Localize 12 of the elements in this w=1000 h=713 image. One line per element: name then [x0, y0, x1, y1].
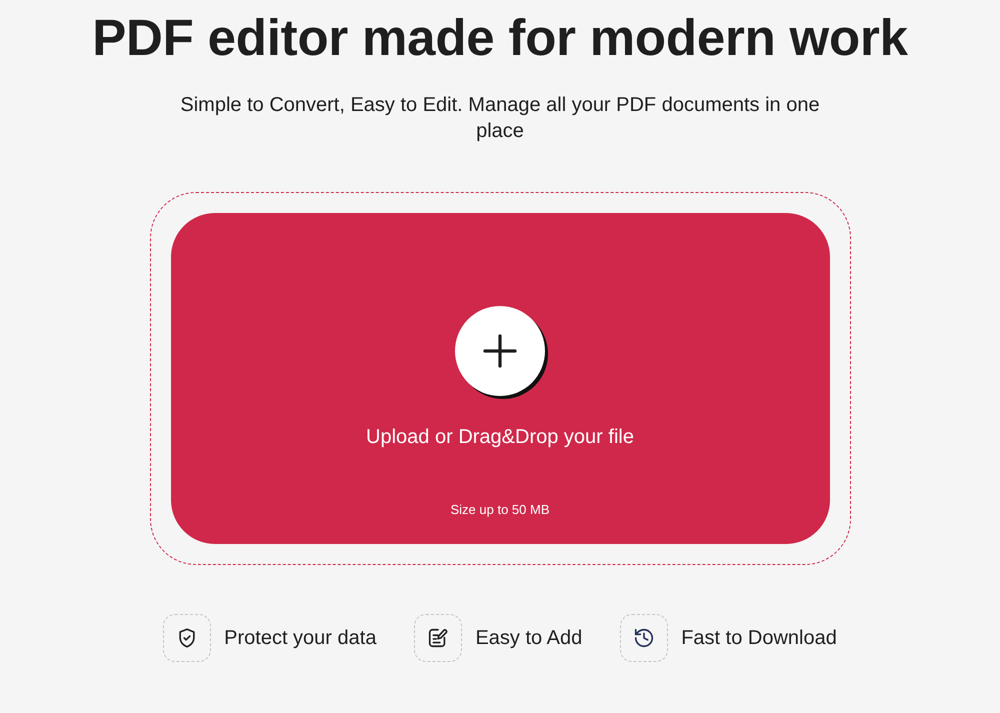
note-pen-icon [414, 614, 462, 662]
feature-label: Easy to Add [475, 626, 582, 651]
history-clock-icon [620, 614, 668, 662]
shield-check-icon [163, 614, 212, 662]
upload-area[interactable]: Upload or Drag&Drop your file Size up to 50 MB [170, 213, 830, 544]
plus-icon [483, 334, 517, 368]
feature-label: Fast to Download [681, 626, 837, 651]
upload-label: Upload or Drag&Drop your file [366, 425, 634, 450]
page-subtitle: Simple to Convert, Easy to Edit. Manage all your PDF documents in one place [179, 93, 821, 144]
size-limit-note: Size up to 50 MB [450, 501, 550, 519]
page-title: PDF editor made for modern work [92, 10, 908, 66]
feature-label: Protect your data [224, 626, 376, 651]
